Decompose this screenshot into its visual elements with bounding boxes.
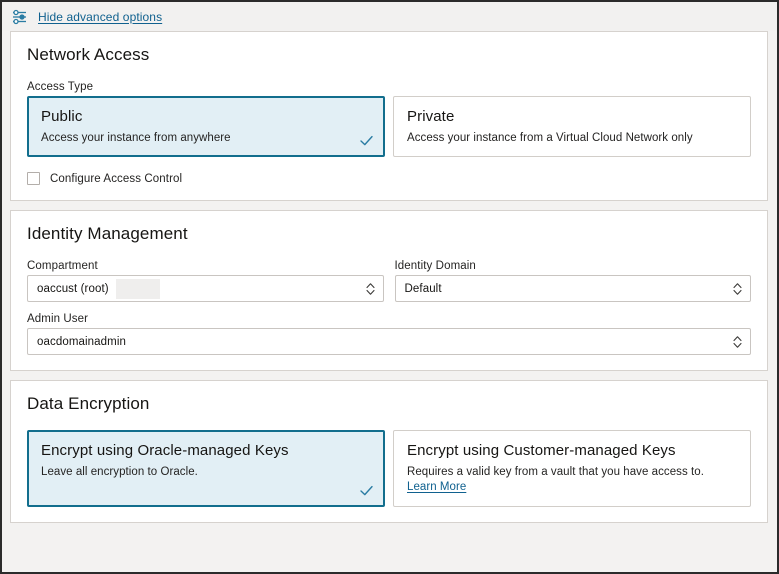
data-encryption-card-row: Encrypt using Oracle-managed Keys Leave … [27,430,751,507]
compartment-value: oaccust (root) [37,283,109,295]
admin-user-label: Admin User [27,313,751,325]
data-encryption-title: Data Encryption [27,394,751,414]
option-description: Access your instance from a Virtual Clou… [407,131,738,147]
sliders-icon [11,8,29,26]
admin-user-field-group: Admin User oacdomainadmin [27,313,751,355]
access-type-card-row: Public Access your instance from anywher… [27,96,751,157]
access-type-label: Access Type [27,81,751,93]
configure-access-control-checkbox-row[interactable]: Configure Access Control [27,172,751,185]
admin-user-select[interactable]: oacdomainadmin [27,328,751,355]
checkbox-box[interactable] [27,172,40,185]
encryption-option-oracle-managed[interactable]: Encrypt using Oracle-managed Keys Leave … [27,430,385,507]
check-icon [358,482,375,499]
identity-fields-row: Compartment oaccust (root) Identity Doma… [27,260,751,302]
advanced-options-panel: Hide advanced options Network Access Acc… [0,0,779,574]
option-title: Public [41,107,372,127]
compartment-value-highlight [116,279,160,299]
hide-advanced-options-link[interactable]: Hide advanced options [38,10,162,24]
identity-domain-field-group: Identity Domain Default [395,260,752,302]
option-description: Access your instance from anywhere [41,131,372,147]
option-description-wrapper: Requires a valid key from a vault that y… [407,465,738,496]
option-description: Leave all encryption to Oracle. [41,465,372,481]
compartment-field-group: Compartment oaccust (root) [27,260,384,302]
learn-more-link[interactable]: Learn More [407,481,466,493]
encryption-option-customer-managed[interactable]: Encrypt using Customer-managed Keys Requ… [393,430,751,507]
identity-management-panel: Identity Management Compartment oaccust … [10,210,768,371]
option-title: Encrypt using Oracle-managed Keys [41,441,372,461]
identity-domain-value: Default [405,283,442,295]
admin-user-value: oacdomainadmin [37,336,126,348]
panels-container: Network Access Access Type Public Access… [2,31,777,572]
chevron-updown-icon [732,281,743,296]
configure-access-control-label: Configure Access Control [50,173,182,185]
option-title: Encrypt using Customer-managed Keys [407,441,738,461]
check-icon [358,132,375,149]
data-encryption-panel: Data Encryption Encrypt using Oracle-man… [10,380,768,523]
identity-domain-label: Identity Domain [395,260,752,272]
network-access-panel: Network Access Access Type Public Access… [10,31,768,201]
compartment-label: Compartment [27,260,384,272]
advanced-options-bar: Hide advanced options [2,2,777,31]
access-type-option-private[interactable]: Private Access your instance from a Virt… [393,96,751,157]
identity-domain-select[interactable]: Default [395,275,752,302]
compartment-select[interactable]: oaccust (root) [27,275,384,302]
chevron-updown-icon [365,281,376,296]
option-title: Private [407,107,738,127]
network-access-title: Network Access [27,45,751,65]
chevron-updown-icon [732,334,743,349]
identity-management-title: Identity Management [27,224,751,244]
option-description: Requires a valid key from a vault that y… [407,466,704,478]
access-type-option-public[interactable]: Public Access your instance from anywher… [27,96,385,157]
